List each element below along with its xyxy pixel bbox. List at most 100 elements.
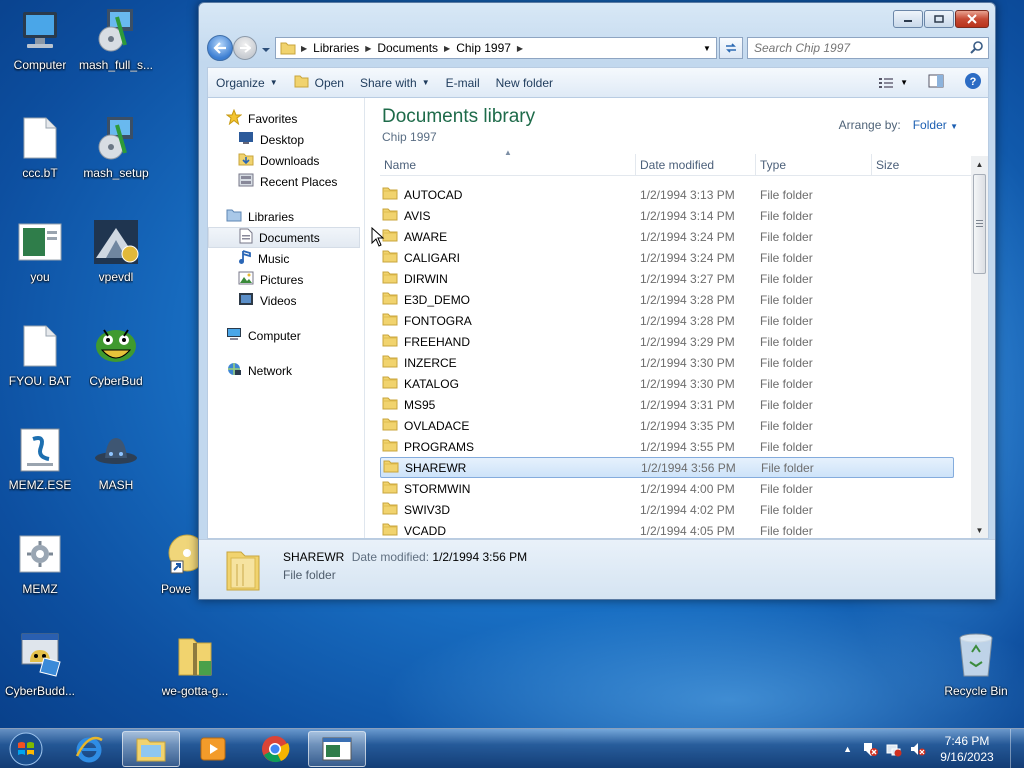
nav-pictures[interactable]: Pictures bbox=[208, 269, 364, 290]
chevron-down-icon: ▼ bbox=[269, 78, 278, 87]
email-button[interactable]: E-mail bbox=[438, 71, 488, 95]
nav-favorites[interactable]: Favorites bbox=[208, 108, 364, 129]
address-dropdown[interactable]: ▼ bbox=[698, 44, 716, 53]
file-type: File folder bbox=[760, 187, 813, 202]
column-type[interactable]: Type bbox=[756, 154, 872, 175]
search-input[interactable] bbox=[748, 41, 958, 55]
nav-videos[interactable]: Videos bbox=[208, 290, 364, 311]
nav-music[interactable]: Music bbox=[208, 248, 364, 269]
taskbar-clock[interactable]: 7:46 PM 9/16/2023 bbox=[932, 733, 1002, 765]
file-row[interactable]: MS95 1/2/1994 3:31 PM File folder bbox=[380, 394, 972, 415]
desktop-icon-cyberbudd-setup[interactable]: CyberBudd... bbox=[0, 632, 80, 728]
file-row[interactable]: FONTOGRA 1/2/1994 3:28 PM File folder bbox=[380, 310, 972, 331]
vertical-scrollbar[interactable]: ▲ ▼ bbox=[971, 156, 988, 538]
search-icon[interactable] bbox=[970, 40, 984, 57]
dvd-icon bbox=[152, 530, 200, 578]
file-row[interactable]: FREEHAND 1/2/1994 3:29 PM File folder bbox=[380, 331, 972, 352]
scroll-down-button[interactable]: ▼ bbox=[971, 522, 988, 538]
file-row[interactable]: OVLADACE 1/2/1994 3:35 PM File folder bbox=[380, 415, 972, 436]
desktop-icon-cyberbud[interactable]: CyberBud bbox=[76, 322, 156, 418]
nav-computer[interactable]: Computer bbox=[208, 325, 364, 346]
action-center-alert-icon[interactable] bbox=[862, 741, 878, 757]
recent-pages-dropdown[interactable] bbox=[261, 43, 271, 57]
file-row[interactable]: PROGRAMS 1/2/1994 3:55 PM File folder bbox=[380, 436, 972, 457]
nav-libraries[interactable]: Libraries bbox=[208, 206, 364, 227]
desktop-icon-vpevdl[interactable]: vpevdl bbox=[76, 218, 156, 314]
desktop-icon-fyou-bat[interactable]: FYOU. BAT bbox=[0, 322, 80, 418]
desktop-icon-memz[interactable]: MEMZ bbox=[0, 530, 80, 626]
file-row[interactable]: CALIGARI 1/2/1994 3:24 PM File folder bbox=[380, 247, 972, 268]
folder-icon bbox=[382, 354, 398, 371]
nav-recent-places[interactable]: Recent Places bbox=[208, 171, 364, 192]
organize-button[interactable]: Organize ▼ bbox=[208, 71, 286, 95]
search-box[interactable] bbox=[747, 37, 989, 59]
scroll-up-button[interactable]: ▲ bbox=[971, 156, 988, 172]
desktop-icon-we-gotta-go[interactable]: we-gotta-g... bbox=[152, 632, 238, 728]
nav-desktop[interactable]: Desktop bbox=[208, 129, 364, 150]
chevron-down-icon bbox=[262, 48, 270, 52]
help-button[interactable]: ? bbox=[964, 72, 982, 93]
file-row[interactable]: SHAREWR 1/2/1994 3:56 PM File folder bbox=[380, 457, 954, 478]
desktop-icon-mash-full[interactable]: mash_full_s... bbox=[76, 6, 156, 102]
nav-documents[interactable]: Documents bbox=[208, 227, 360, 248]
scroll-thumb[interactable] bbox=[973, 174, 986, 274]
taskbar-internet-explorer[interactable] bbox=[60, 731, 118, 767]
desktop-icon-computer[interactable]: Computer bbox=[0, 6, 80, 102]
show-desktop-button[interactable] bbox=[1010, 729, 1024, 768]
share-with-button[interactable]: Share with ▼ bbox=[352, 71, 438, 95]
file-row[interactable]: DIRWIN 1/2/1994 3:27 PM File folder bbox=[380, 268, 972, 289]
desktop-icon-ccc[interactable]: ccc.bT bbox=[0, 114, 80, 210]
back-button[interactable] bbox=[207, 35, 233, 61]
taskbar-explorer[interactable] bbox=[122, 731, 180, 767]
column-size[interactable]: Size bbox=[872, 154, 952, 175]
preview-pane-button[interactable] bbox=[928, 74, 944, 91]
network-status-icon[interactable] bbox=[886, 741, 902, 757]
breadcrumb-chip-1997[interactable]: Chip 1997 bbox=[452, 41, 515, 55]
breadcrumb-separator[interactable]: ▶ bbox=[299, 44, 309, 53]
show-hidden-icons-button[interactable]: ▲ bbox=[843, 744, 852, 754]
file-row[interactable]: INZERCE 1/2/1994 3:30 PM File folder bbox=[380, 352, 972, 373]
file-row[interactable]: KATALOG 1/2/1994 3:30 PM File folder bbox=[380, 373, 972, 394]
taskbar-window-app[interactable] bbox=[308, 731, 366, 767]
close-button[interactable] bbox=[955, 10, 989, 28]
start-button[interactable] bbox=[6, 731, 46, 767]
desktop-icon-mash-setup[interactable]: mash_setup bbox=[76, 114, 156, 210]
desktop-icon-recycle-bin[interactable]: Recycle Bin bbox=[936, 632, 1016, 728]
forward-button[interactable] bbox=[233, 36, 257, 60]
grip-icon bbox=[976, 220, 983, 227]
nav-downloads[interactable]: Downloads bbox=[208, 150, 364, 171]
open-folder-icon bbox=[294, 74, 310, 91]
taskbar-media-player[interactable] bbox=[184, 731, 242, 767]
file-row[interactable]: VCADD 1/2/1994 4:05 PM File folder bbox=[380, 520, 972, 541]
arrange-by-dropdown[interactable]: Folder ▼ bbox=[913, 118, 958, 132]
nav-network[interactable]: Network bbox=[208, 360, 364, 381]
desktop-icon-mash[interactable]: MASH bbox=[76, 426, 156, 522]
breadcrumb-libraries[interactable]: Libraries bbox=[309, 41, 363, 55]
breadcrumb-documents[interactable]: Documents bbox=[373, 41, 442, 55]
file-row[interactable]: AUTOCAD 1/2/1994 3:13 PM File folder bbox=[380, 184, 972, 205]
column-date-modified[interactable]: Date modified bbox=[636, 154, 756, 175]
desktop-icon-memz-ese[interactable]: MEMZ.ESE bbox=[0, 426, 80, 522]
file-row[interactable]: SWIV3D 1/2/1994 4:02 PM File folder bbox=[380, 499, 972, 520]
file-row[interactable]: E3D_DEMO 1/2/1994 3:28 PM File folder bbox=[380, 289, 972, 310]
desktop-icon-powe[interactable]: Powe bbox=[152, 530, 200, 626]
open-button[interactable]: Open bbox=[286, 71, 352, 95]
minimize-button[interactable] bbox=[893, 10, 923, 28]
file-name-cell: AWARE bbox=[380, 228, 636, 245]
taskbar-chrome[interactable] bbox=[246, 731, 304, 767]
volume-muted-icon[interactable] bbox=[910, 741, 926, 757]
file-row[interactable]: AWARE 1/2/1994 3:24 PM File folder bbox=[380, 226, 972, 247]
column-name[interactable]: ▲ Name bbox=[380, 148, 636, 175]
desktop-icon-label: CyberBudd... bbox=[4, 684, 76, 698]
refresh-button[interactable] bbox=[719, 37, 743, 59]
maximize-button[interactable] bbox=[924, 10, 954, 28]
breadcrumb-separator[interactable]: ▶ bbox=[515, 44, 525, 53]
address-bar[interactable]: ▶ Libraries ▶ Documents ▶ Chip 1997 ▶ ▼ bbox=[275, 37, 717, 59]
breadcrumb-separator[interactable]: ▶ bbox=[363, 44, 373, 53]
file-row[interactable]: STORMWIN 1/2/1994 4:00 PM File folder bbox=[380, 478, 972, 499]
view-options-button[interactable]: ▼ bbox=[878, 77, 908, 89]
breadcrumb-separator[interactable]: ▶ bbox=[442, 44, 452, 53]
desktop-icon-you[interactable]: you bbox=[0, 218, 80, 314]
new-folder-button[interactable]: New folder bbox=[488, 71, 561, 95]
file-row[interactable]: AVIS 1/2/1994 3:14 PM File folder bbox=[380, 205, 972, 226]
